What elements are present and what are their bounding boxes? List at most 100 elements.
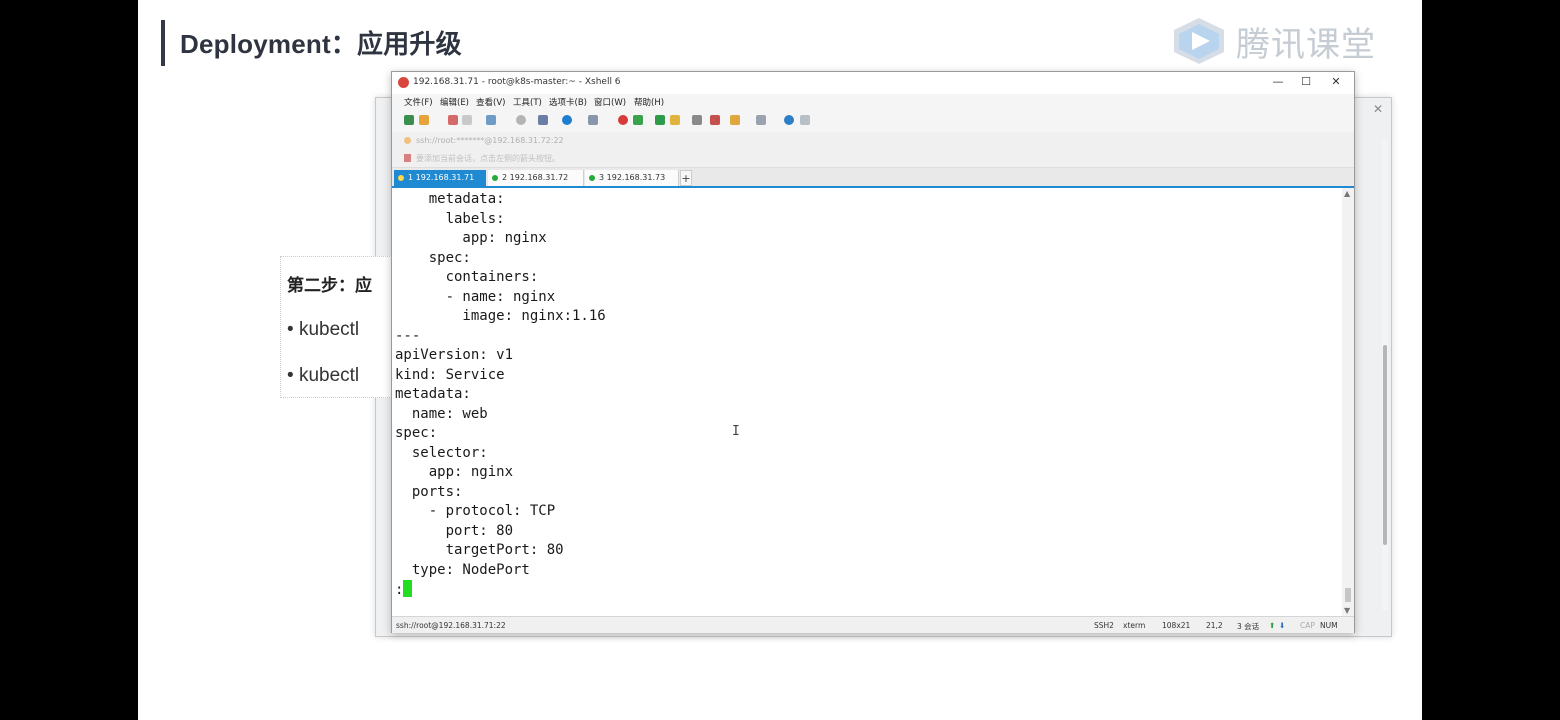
status-bar: ssh://root@192.168.31.71:22 SSH2 xterm 1… xyxy=(392,616,1354,633)
bullet-item: • kubectl xyxy=(287,319,360,340)
menu-bar: 文件(F) 编辑(E) 查看(V) 工具(T) 选项卡(B) 窗口(W) 帮助(… xyxy=(392,94,1354,110)
open-folder-icon[interactable] xyxy=(419,115,429,125)
close-button[interactable]: ✕ xyxy=(1326,75,1346,88)
address-text[interactable]: ssh://root:*******@192.168.31.72:22 xyxy=(416,136,564,145)
tab-session-1[interactable]: 1 192.168.31.71 xyxy=(394,170,486,186)
help-icon[interactable] xyxy=(784,115,794,125)
menu-file[interactable]: 文件(F) xyxy=(404,96,433,108)
terminal-line: apiVersion: v1 xyxy=(395,347,514,363)
status-size: 108x21 xyxy=(1162,621,1191,630)
xshell-app-icon xyxy=(398,77,409,88)
download-arrow-icon: ⬇ xyxy=(1279,621,1286,630)
tab-label: 3 192.168.31.73 xyxy=(599,173,666,182)
slide: Deployment：应用升级 腾讯课堂 ✕ 第二步：应 • kubectl •… xyxy=(138,0,1422,720)
script-icon[interactable] xyxy=(710,115,720,125)
title-accent-bar xyxy=(161,20,165,66)
scroll-down-icon[interactable]: ▼ xyxy=(1344,606,1350,615)
step-text-box: 第二步：应 • kubectl • kubectl xyxy=(280,256,392,398)
step-heading: 第二步：应 xyxy=(287,276,372,296)
terminal-line: metadata: xyxy=(395,191,505,207)
terminal-area[interactable]: metadata: labels: app: nginx spec: conta… xyxy=(392,188,1342,616)
scroll-up-icon[interactable]: ▲ xyxy=(1344,189,1350,198)
terminal-line: targetPort: 80 xyxy=(395,542,564,558)
terminal-line: app: nginx xyxy=(395,464,514,480)
terminal-line: port: 80 xyxy=(395,522,514,539)
menu-edit[interactable]: 编辑(E) xyxy=(440,96,469,108)
text-caret-icon: I xyxy=(732,424,740,439)
status-cursor-position: 21,2 xyxy=(1206,621,1223,630)
address-bar[interactable]: ssh://root:*******@192.168.31.72:22 xyxy=(392,132,1354,151)
terminal-line: containers: xyxy=(395,269,539,285)
toolbar xyxy=(392,110,1354,133)
tab-session-3[interactable]: 3 192.168.31.73 xyxy=(585,170,679,186)
terminal-line: type: NodePort xyxy=(395,561,530,578)
status-protocol: SSH2 xyxy=(1094,621,1114,630)
tab-label: 2 192.168.31.72 xyxy=(502,173,569,182)
copy-icon[interactable] xyxy=(486,115,496,125)
session-tab-bar: 1 192.168.31.71 2 192.168.31.72 3 192.16… xyxy=(392,168,1354,188)
fullscreen-icon[interactable] xyxy=(655,115,665,125)
menu-tools[interactable]: 工具(T) xyxy=(513,96,542,108)
bullet-text: kubectl xyxy=(298,319,360,340)
xftp-icon[interactable] xyxy=(633,115,643,125)
terminal-line: app: nginx xyxy=(395,230,547,246)
status-connection: ssh://root@192.168.31.71:22 xyxy=(396,621,506,630)
add-tab-button[interactable]: + xyxy=(680,170,692,186)
tencent-classroom-logo: 腾讯课堂 xyxy=(1170,16,1376,66)
terminal-line: spec: xyxy=(395,425,438,441)
status-sessions: 3 会话 xyxy=(1237,622,1260,631)
keyboard-icon[interactable] xyxy=(692,115,702,125)
terminal-line: metadata: xyxy=(395,386,471,402)
transfer-icon[interactable] xyxy=(730,115,740,125)
address-icon xyxy=(404,137,411,144)
terminal-line: ports: xyxy=(395,483,463,500)
window-titlebar[interactable]: 192.168.31.71 - root@k8s-master:~ - Xshe… xyxy=(392,72,1354,94)
reconnect-icon[interactable] xyxy=(462,115,472,125)
chat-icon[interactable] xyxy=(800,115,810,125)
scroll-thumb[interactable] xyxy=(1345,588,1351,602)
xshell-window: 192.168.31.71 - root@k8s-master:~ - Xshe… xyxy=(391,71,1355,633)
play-logo-icon xyxy=(1174,18,1224,64)
status-caps: CAP xyxy=(1300,621,1315,630)
menu-help[interactable]: 帮助(H) xyxy=(634,96,664,108)
properties-icon[interactable] xyxy=(538,115,548,125)
terminal-scrollbar[interactable]: ▲ ▼ xyxy=(1342,188,1354,616)
lock-icon[interactable] xyxy=(670,115,680,125)
terminal-line: selector: xyxy=(395,444,488,461)
terminal-line: spec: xyxy=(395,249,471,266)
terminal-output: metadata: labels: app: nginx spec: conta… xyxy=(395,190,606,601)
terminal-line: labels: xyxy=(395,210,505,227)
tab-session-2[interactable]: 2 192.168.31.72 xyxy=(488,170,584,186)
search-icon[interactable] xyxy=(516,115,526,125)
outer-scroll-thumb[interactable] xyxy=(1383,345,1387,545)
bullet-item: • kubectl xyxy=(287,365,360,386)
new-session-icon[interactable] xyxy=(404,115,414,125)
terminal-line: - name: nginx xyxy=(395,288,556,305)
terminal-line: --- xyxy=(395,327,421,344)
status-dot-icon xyxy=(492,175,498,181)
minimize-button[interactable]: — xyxy=(1268,75,1288,88)
terminal-line: : xyxy=(395,582,404,598)
terminal-line: image: nginx:1.16 xyxy=(395,308,606,324)
menu-view[interactable]: 查看(V) xyxy=(476,96,505,108)
disconnect-icon[interactable] xyxy=(448,115,458,125)
terminal-line: - protocol: TCP xyxy=(395,503,556,519)
terminal-cursor xyxy=(403,580,413,597)
xshell-logo-icon[interactable] xyxy=(618,115,628,125)
terminal-line: kind: Service xyxy=(395,366,505,383)
slide-title: Deployment：应用升级 xyxy=(180,29,462,59)
menu-tabs[interactable]: 选项卡(B) xyxy=(549,96,587,108)
outer-scrollbar[interactable] xyxy=(1382,140,1388,610)
bullet-text: kubectl xyxy=(298,365,360,386)
maximize-button[interactable]: ☐ xyxy=(1296,75,1316,88)
close-icon[interactable]: ✕ xyxy=(1373,102,1383,116)
layout-icon[interactable] xyxy=(756,115,766,125)
menu-window[interactable]: 窗口(W) xyxy=(594,96,626,108)
status-dot-icon xyxy=(398,175,404,181)
tab-label: 1 192.168.31.71 xyxy=(408,173,475,182)
link-bar-text: 要添加当前会话，点击左侧的箭头按钮。 xyxy=(416,154,560,163)
status-num: NUM xyxy=(1320,621,1338,630)
font-icon[interactable] xyxy=(588,115,598,125)
link-bar: 要添加当前会话，点击左侧的箭头按钮。 xyxy=(392,150,1354,168)
globe-icon[interactable] xyxy=(562,115,572,125)
